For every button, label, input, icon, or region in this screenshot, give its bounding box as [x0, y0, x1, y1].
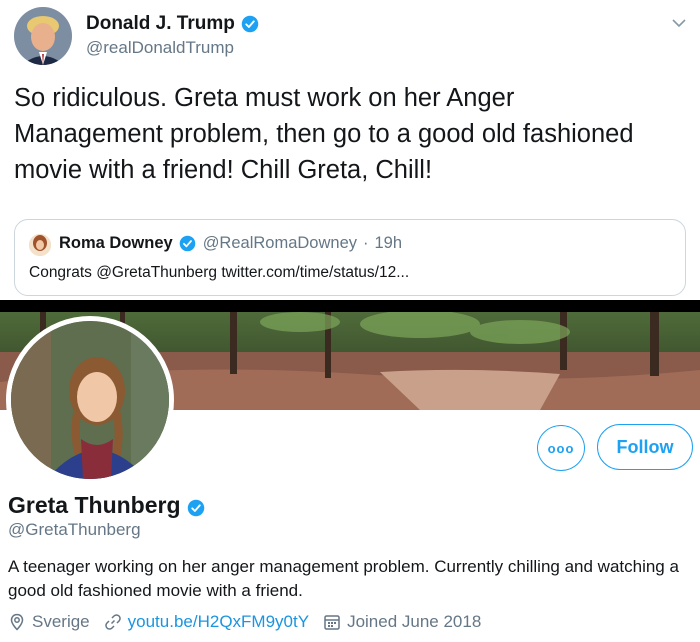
more-options-button[interactable]: ooo — [537, 425, 585, 471]
quoted-author-avatar — [29, 234, 51, 256]
quoted-author-name: Roma Downey — [59, 234, 173, 252]
link-icon — [104, 613, 122, 631]
section-divider — [0, 300, 700, 312]
verified-badge-icon — [241, 15, 259, 33]
quoted-separator: · — [363, 234, 369, 252]
profile-name-label: Greta Thunberg — [8, 492, 181, 518]
calendar-icon — [323, 613, 341, 631]
profile-handle: @GretaThunberg — [8, 520, 141, 539]
author-name-label: Donald J. Trump — [86, 13, 235, 34]
quoted-tweet[interactable]: Roma Downey @RealRomaDowney · 19h Congra… — [14, 219, 686, 296]
profile-joined-text: Joined June 2018 — [347, 612, 482, 631]
profile-avatar[interactable] — [6, 316, 174, 484]
tweet-card: Donald J. Trump @realDonaldTrump So ridi… — [0, 0, 700, 300]
quoted-time: 19h — [374, 234, 403, 252]
profile-link[interactable]: youtu.be/H2QxFM9y0tY — [104, 612, 309, 632]
author-avatar[interactable] — [14, 7, 72, 65]
quoted-header: Roma Downey @RealRomaDowney · 19h — [59, 234, 402, 253]
verified-badge-icon — [187, 497, 205, 516]
location-pin-icon — [8, 613, 26, 631]
quoted-author-handle: @RealRomaDowney — [202, 234, 357, 252]
profile-location: Sverige — [8, 612, 90, 632]
verified-badge-icon — [179, 235, 197, 253]
quoted-text: Congrats @GretaThunberg twitter.com/time… — [29, 264, 410, 281]
profile-location-text: Sverige — [32, 612, 90, 631]
follow-button[interactable]: Follow — [597, 424, 693, 470]
tweet-text: So ridiculous. Greta must work on her An… — [14, 84, 634, 184]
chevron-down-icon[interactable] — [670, 14, 688, 32]
profile-joined: Joined June 2018 — [323, 612, 481, 632]
profile-link-text[interactable]: youtu.be/H2QxFM9y0tY — [128, 612, 309, 632]
profile-name: Greta Thunberg — [8, 492, 205, 519]
author-handle[interactable]: @realDonaldTrump — [86, 38, 234, 58]
profile-meta: Sverige youtu.be/H2QxFM9y0tY Joined June… — [8, 612, 495, 632]
author-name[interactable]: Donald J. Trump — [86, 13, 259, 35]
profile-bio: A teenager working on her anger manageme… — [8, 557, 679, 600]
